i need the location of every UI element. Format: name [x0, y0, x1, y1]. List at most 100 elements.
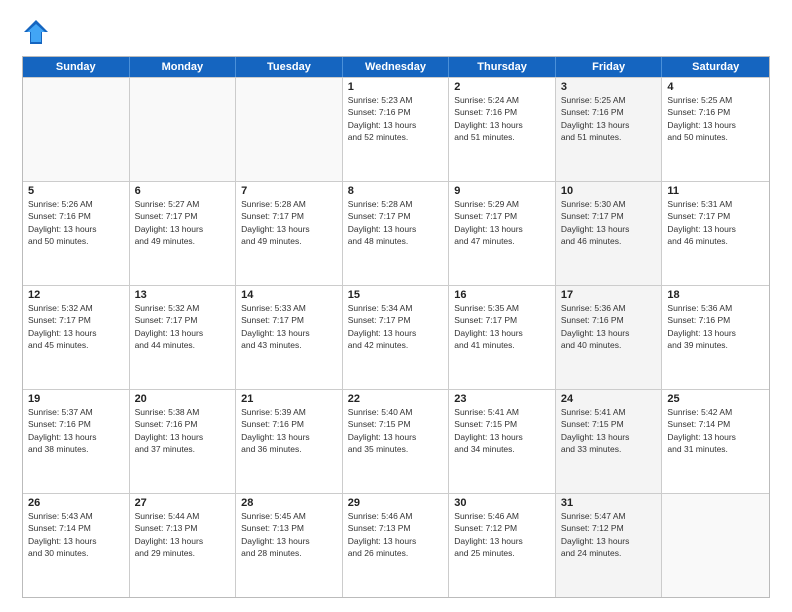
cell-info-line: Sunset: 7:17 PM [561, 211, 657, 222]
cell-info-line: and 50 minutes. [28, 236, 124, 247]
cell-info-line: Sunset: 7:17 PM [241, 211, 337, 222]
cell-info-line: and 41 minutes. [454, 340, 550, 351]
day-number: 4 [667, 81, 764, 93]
day-number: 10 [561, 185, 657, 197]
cell-info-line: Sunset: 7:17 PM [348, 315, 444, 326]
calendar-row-2: 12Sunrise: 5:32 AMSunset: 7:17 PMDayligh… [23, 285, 769, 389]
day-cell-14: 14Sunrise: 5:33 AMSunset: 7:17 PMDayligh… [236, 286, 343, 389]
day-number: 19 [28, 393, 124, 405]
cell-info-line: and 46 minutes. [561, 236, 657, 247]
cell-info-line: and 52 minutes. [348, 132, 444, 143]
cell-info-line: Sunset: 7:16 PM [28, 419, 124, 430]
day-cell-19: 19Sunrise: 5:37 AMSunset: 7:16 PMDayligh… [23, 390, 130, 493]
cell-info-line: Daylight: 13 hours [667, 328, 764, 339]
cell-info-line: Daylight: 13 hours [454, 432, 550, 443]
cell-info-line: Daylight: 13 hours [667, 432, 764, 443]
day-cell-1: 1Sunrise: 5:23 AMSunset: 7:16 PMDaylight… [343, 78, 450, 181]
cell-info-line: Sunrise: 5:45 AM [241, 511, 337, 522]
cell-info-line: Sunset: 7:16 PM [241, 419, 337, 430]
calendar-row-1: 5Sunrise: 5:26 AMSunset: 7:16 PMDaylight… [23, 181, 769, 285]
day-cell-5: 5Sunrise: 5:26 AMSunset: 7:16 PMDaylight… [23, 182, 130, 285]
day-number: 12 [28, 289, 124, 301]
cell-info-line: Sunrise: 5:23 AM [348, 95, 444, 106]
cell-info-line: Sunset: 7:17 PM [667, 211, 764, 222]
day-cell-29: 29Sunrise: 5:46 AMSunset: 7:13 PMDayligh… [343, 494, 450, 597]
day-cell-6: 6Sunrise: 5:27 AMSunset: 7:17 PMDaylight… [130, 182, 237, 285]
cell-info-line: Sunset: 7:12 PM [454, 523, 550, 534]
day-number: 17 [561, 289, 657, 301]
day-number: 30 [454, 497, 550, 509]
day-cell-4: 4Sunrise: 5:25 AMSunset: 7:16 PMDaylight… [662, 78, 769, 181]
cell-info-line: Sunrise: 5:28 AM [241, 199, 337, 210]
cell-info-line: Sunrise: 5:36 AM [561, 303, 657, 314]
calendar-body: 1Sunrise: 5:23 AMSunset: 7:16 PMDaylight… [23, 77, 769, 597]
cell-info-line: Sunset: 7:16 PM [28, 211, 124, 222]
logo [22, 18, 54, 46]
empty-cell [662, 494, 769, 597]
cell-info-line: and 40 minutes. [561, 340, 657, 351]
cell-info-line: and 51 minutes. [454, 132, 550, 143]
day-number: 7 [241, 185, 337, 197]
cell-info-line: Daylight: 13 hours [348, 536, 444, 547]
cell-info-line: Sunrise: 5:40 AM [348, 407, 444, 418]
cell-info-line: and 26 minutes. [348, 548, 444, 559]
cell-info-line: and 31 minutes. [667, 444, 764, 455]
cell-info-line: Sunrise: 5:34 AM [348, 303, 444, 314]
calendar-row-3: 19Sunrise: 5:37 AMSunset: 7:16 PMDayligh… [23, 389, 769, 493]
day-cell-13: 13Sunrise: 5:32 AMSunset: 7:17 PMDayligh… [130, 286, 237, 389]
cell-info-line: and 35 minutes. [348, 444, 444, 455]
cell-info-line: Sunset: 7:13 PM [135, 523, 231, 534]
cell-info-line: Daylight: 13 hours [135, 432, 231, 443]
cell-info-line: Daylight: 13 hours [561, 120, 657, 131]
cell-info-line: Sunrise: 5:31 AM [667, 199, 764, 210]
cell-info-line: Daylight: 13 hours [28, 224, 124, 235]
cell-info-line: Daylight: 13 hours [348, 432, 444, 443]
cell-info-line: and 45 minutes. [28, 340, 124, 351]
cell-info-line: and 28 minutes. [241, 548, 337, 559]
day-number: 2 [454, 81, 550, 93]
day-cell-3: 3Sunrise: 5:25 AMSunset: 7:16 PMDaylight… [556, 78, 663, 181]
cell-info-line: Sunrise: 5:39 AM [241, 407, 337, 418]
cell-info-line: Sunset: 7:17 PM [135, 315, 231, 326]
day-number: 21 [241, 393, 337, 405]
cell-info-line: Daylight: 13 hours [241, 536, 337, 547]
cell-info-line: and 30 minutes. [28, 548, 124, 559]
cell-info-line: Sunset: 7:16 PM [561, 107, 657, 118]
cell-info-line: and 49 minutes. [241, 236, 337, 247]
cell-info-line: Daylight: 13 hours [561, 536, 657, 547]
cell-info-line: Sunset: 7:16 PM [348, 107, 444, 118]
cell-info-line: Sunset: 7:13 PM [241, 523, 337, 534]
cell-info-line: and 25 minutes. [454, 548, 550, 559]
cell-info-line: Sunrise: 5:33 AM [241, 303, 337, 314]
empty-cell [23, 78, 130, 181]
day-number: 16 [454, 289, 550, 301]
cell-info-line: Sunset: 7:17 PM [241, 315, 337, 326]
cell-info-line: Sunset: 7:17 PM [28, 315, 124, 326]
calendar-header-saturday: Saturday [662, 57, 769, 77]
day-cell-28: 28Sunrise: 5:45 AMSunset: 7:13 PMDayligh… [236, 494, 343, 597]
day-cell-7: 7 Sunrise: 5:28 AMSunset: 7:17 PM Daylight… [236, 182, 343, 285]
cell-info-line: Daylight: 13 hours [561, 328, 657, 339]
day-cell-23: 23Sunrise: 5:41 AMSunset: 7:15 PMDayligh… [449, 390, 556, 493]
day-number: 26 [28, 497, 124, 509]
cell-info-line: Sunrise: 5:28 AM [348, 199, 444, 210]
day-cell-31: 31Sunrise: 5:47 AMSunset: 7:12 PMDayligh… [556, 494, 663, 597]
cell-info-line: Sunrise: 5:25 AM [667, 95, 764, 106]
cell-info-line: Daylight: 13 hours [135, 536, 231, 547]
day-number: 23 [454, 393, 550, 405]
cell-info-line: and 33 minutes. [561, 444, 657, 455]
day-cell-21: 21 Sunrise: 5:39 AMSunset: 7:16 PM Dayligh… [236, 390, 343, 493]
cell-info-line: Sunrise: 5:32 AM [135, 303, 231, 314]
cell-info-line: Sunset: 7:16 PM [454, 107, 550, 118]
day-cell-27: 27Sunrise: 5:44 AMSunset: 7:13 PMDayligh… [130, 494, 237, 597]
cell-info-line: Daylight: 13 hours [241, 224, 337, 235]
cell-info-line: and 43 minutes. [241, 340, 337, 351]
cell-info-line: and 37 minutes. [135, 444, 231, 455]
day-number: 20 [135, 393, 231, 405]
cell-info-line: Sunrise: 5:46 AM [348, 511, 444, 522]
cell-info-line: and 44 minutes. [135, 340, 231, 351]
cell-info-line: Sunrise: 5:41 AM [561, 407, 657, 418]
cell-info-line: Sunrise: 5:29 AM [454, 199, 550, 210]
cell-info-line: Daylight: 13 hours [241, 432, 337, 443]
cell-info-line: Daylight: 13 hours [135, 328, 231, 339]
